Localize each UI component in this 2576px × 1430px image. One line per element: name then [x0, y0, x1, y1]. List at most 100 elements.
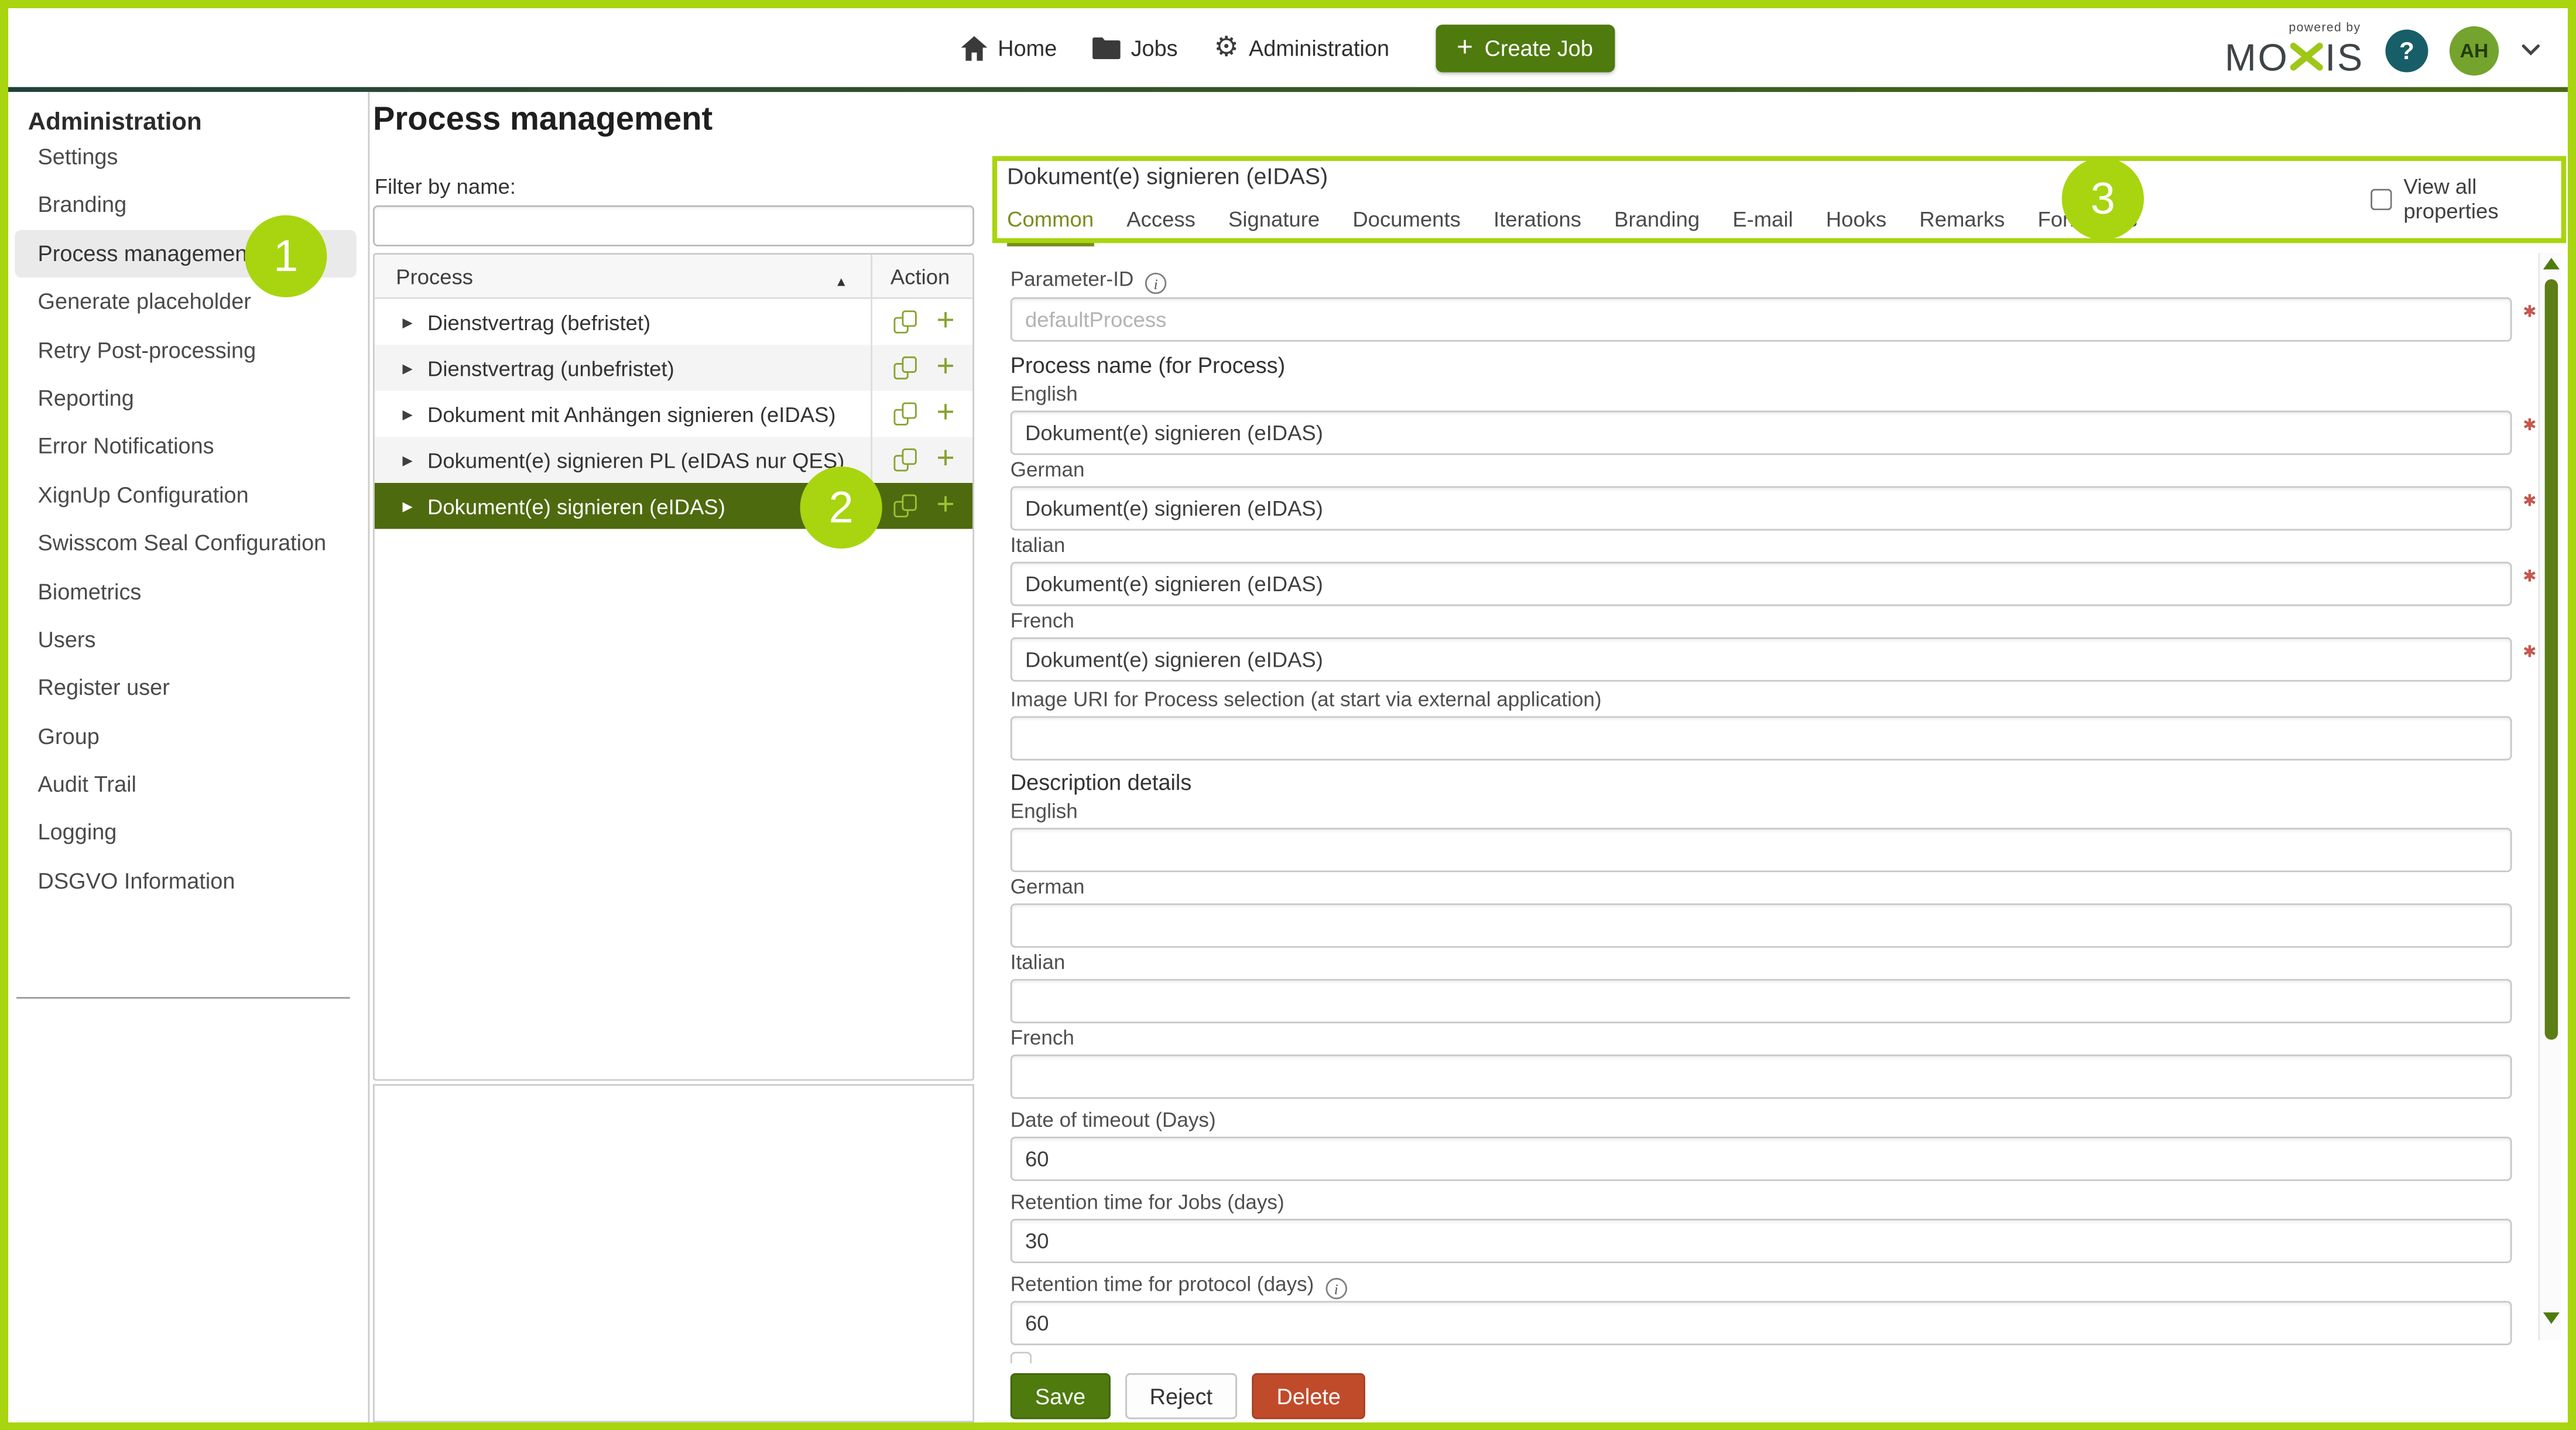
sidebar-item-users[interactable]: Users: [8, 616, 368, 664]
caret-right-icon[interactable]: ▶: [402, 314, 412, 329]
moxis-logo: powered by MO IS: [2225, 22, 2364, 80]
view-all-properties: View all properties: [2371, 174, 2576, 223]
sidebar-item-xignup-configuration[interactable]: XignUp Configuration: [8, 471, 368, 519]
copy-icon[interactable]: [894, 448, 917, 471]
copy-icon[interactable]: [894, 402, 917, 425]
timeout-input[interactable]: [1010, 1137, 2512, 1181]
table-row[interactable]: ▶ Dienstvertrag (unbefristet) +: [375, 345, 972, 391]
process-name-french-input[interactable]: [1010, 637, 2512, 682]
scroll-up-icon[interactable]: [2543, 258, 2560, 270]
view-all-properties-label: View all properties: [2403, 174, 2576, 223]
tab-email[interactable]: E-mail: [1732, 207, 1793, 246]
caret-right-icon[interactable]: ▶: [402, 407, 412, 421]
required-marker: ✱: [2523, 493, 2537, 511]
copy-icon[interactable]: [894, 356, 917, 379]
chevron-down-icon[interactable]: [2520, 36, 2541, 66]
help-glyph: ?: [2399, 37, 2414, 65]
description-english-input[interactable]: [1010, 828, 2512, 872]
caret-right-icon[interactable]: ▶: [402, 361, 412, 375]
table-row[interactable]: ▶ Dokument(e) signieren PL (eIDAS nur QE…: [375, 437, 972, 483]
brand-area: powered by MO IS ? AH: [2225, 20, 2541, 83]
sidebar-item-swisscom-seal-configuration[interactable]: Swisscom Seal Configuration: [8, 519, 368, 567]
column-header-action: Action: [871, 255, 972, 297]
caret-right-icon[interactable]: ▶: [402, 452, 412, 467]
nav-home[interactable]: Home: [962, 35, 1057, 60]
process-name-german-input[interactable]: [1010, 486, 2512, 531]
form-scrollbar[interactable]: [2538, 253, 2561, 1340]
tab-iterations[interactable]: Iterations: [1493, 207, 1581, 246]
reject-button[interactable]: Reject: [1125, 1373, 1238, 1419]
nav-jobs[interactable]: Jobs: [1093, 35, 1178, 60]
tab-documents[interactable]: Documents: [1352, 207, 1461, 246]
sidebar-item-audit-trail[interactable]: Audit Trail: [8, 760, 368, 808]
save-button[interactable]: Save: [1010, 1373, 1111, 1419]
description-english-label: English: [1010, 800, 2543, 823]
table-row-selected[interactable]: ▶ Dokument(e) signieren (eIDAS) +: [375, 483, 972, 529]
tab-remarks[interactable]: Remarks: [1919, 207, 2005, 246]
column-header-process[interactable]: Process ▲: [375, 263, 871, 288]
tab-common[interactable]: Common: [1007, 207, 1094, 246]
required-marker: ✱: [2523, 568, 2537, 587]
sidebar-item-error-notifications[interactable]: Error Notifications: [8, 423, 368, 471]
add-icon[interactable]: +: [936, 310, 954, 333]
tab-access[interactable]: Access: [1126, 207, 1195, 246]
sidebar-item-logging[interactable]: Logging: [8, 809, 368, 857]
callout-circle-2: 2: [800, 467, 882, 548]
nav-jobs-label: Jobs: [1131, 35, 1178, 60]
sidebar-item-register-user[interactable]: Register user: [8, 664, 368, 712]
sidebar-item-reporting[interactable]: Reporting: [8, 375, 368, 423]
help-icon[interactable]: ?: [2385, 30, 2428, 73]
create-job-button[interactable]: + Create Job: [1436, 24, 1615, 71]
top-header: Home Jobs ⚙ Administration + Create Job …: [8, 8, 2568, 87]
scroll-down-icon[interactable]: [2543, 1312, 2560, 1324]
scrollbar-thumb[interactable]: [2544, 279, 2557, 1040]
sidebar-item-branding[interactable]: Branding: [8, 181, 368, 229]
plus-icon: +: [1457, 39, 1473, 56]
avatar[interactable]: AH: [2450, 26, 2499, 76]
sort-ascending-icon[interactable]: ▲: [835, 273, 848, 288]
process-name: Dienstvertrag (unbefristet): [427, 356, 674, 380]
tab-branding[interactable]: Branding: [1614, 207, 1700, 246]
add-icon[interactable]: +: [936, 448, 954, 471]
image-uri-label: Image URI for Process selection (at star…: [1010, 688, 2543, 711]
add-icon[interactable]: +: [936, 495, 954, 517]
info-icon[interactable]: i: [1145, 273, 1166, 294]
process-name-italian-input[interactable]: [1010, 562, 2512, 606]
sidebar-item-biometrics[interactable]: Biometrics: [8, 568, 368, 616]
add-icon[interactable]: +: [936, 402, 954, 425]
table-row[interactable]: ▶ Dienstvertrag (befristet) +: [375, 299, 972, 345]
description-german-input[interactable]: [1010, 903, 2512, 948]
add-icon[interactable]: +: [936, 356, 954, 379]
process-name: Dokument mit Anhängen signieren (eIDAS): [427, 402, 836, 426]
process-name-english-input[interactable]: [1010, 411, 2512, 455]
copy-icon[interactable]: [894, 310, 917, 333]
sidebar-item-settings[interactable]: Settings: [8, 133, 368, 181]
image-uri-input[interactable]: [1010, 716, 2512, 760]
logo-text-left: MO: [2225, 35, 2289, 80]
filter-input[interactable]: [373, 205, 974, 246]
description-italian-input[interactable]: [1010, 979, 2512, 1023]
process-name-italian-label: Italian: [1010, 534, 2543, 557]
caret-right-icon[interactable]: ▶: [402, 499, 412, 513]
sidebar-item-group[interactable]: Group: [8, 712, 368, 760]
next-field-checkbox-partial[interactable]: [1010, 1352, 1032, 1363]
process-table: Process ▲ Action ▶ Dienstvertrag (befris…: [373, 253, 974, 1081]
parameter-id-input[interactable]: [1010, 297, 2512, 342]
copy-icon[interactable]: [894, 495, 917, 517]
view-all-properties-checkbox[interactable]: [2371, 188, 2392, 209]
retention-protocol-label: Retention time for protocol (days)i: [1010, 1273, 2543, 1296]
tab-hooks[interactable]: Hooks: [1826, 207, 1886, 246]
detail-title: Dokument(e) signieren (eIDAS): [1007, 163, 1328, 189]
description-french-input[interactable]: [1010, 1055, 2512, 1099]
sidebar-item-dsgvo-information[interactable]: DSGVO Information: [8, 857, 368, 905]
nav-administration[interactable]: ⚙ Administration: [1214, 35, 1389, 61]
callout-circle-3: 3: [2062, 157, 2144, 239]
timeout-label: Date of timeout (Days): [1010, 1109, 2543, 1131]
tab-signature[interactable]: Signature: [1228, 207, 1320, 246]
retention-jobs-input[interactable]: [1010, 1219, 2512, 1263]
table-row[interactable]: ▶ Dokument mit Anhängen signieren (eIDAS…: [375, 391, 972, 437]
delete-button[interactable]: Delete: [1252, 1373, 1365, 1419]
info-icon[interactable]: i: [1325, 1278, 1347, 1299]
sidebar-item-retry-post-processing[interactable]: Retry Post-processing: [8, 326, 368, 374]
retention-protocol-input[interactable]: [1010, 1301, 2512, 1345]
